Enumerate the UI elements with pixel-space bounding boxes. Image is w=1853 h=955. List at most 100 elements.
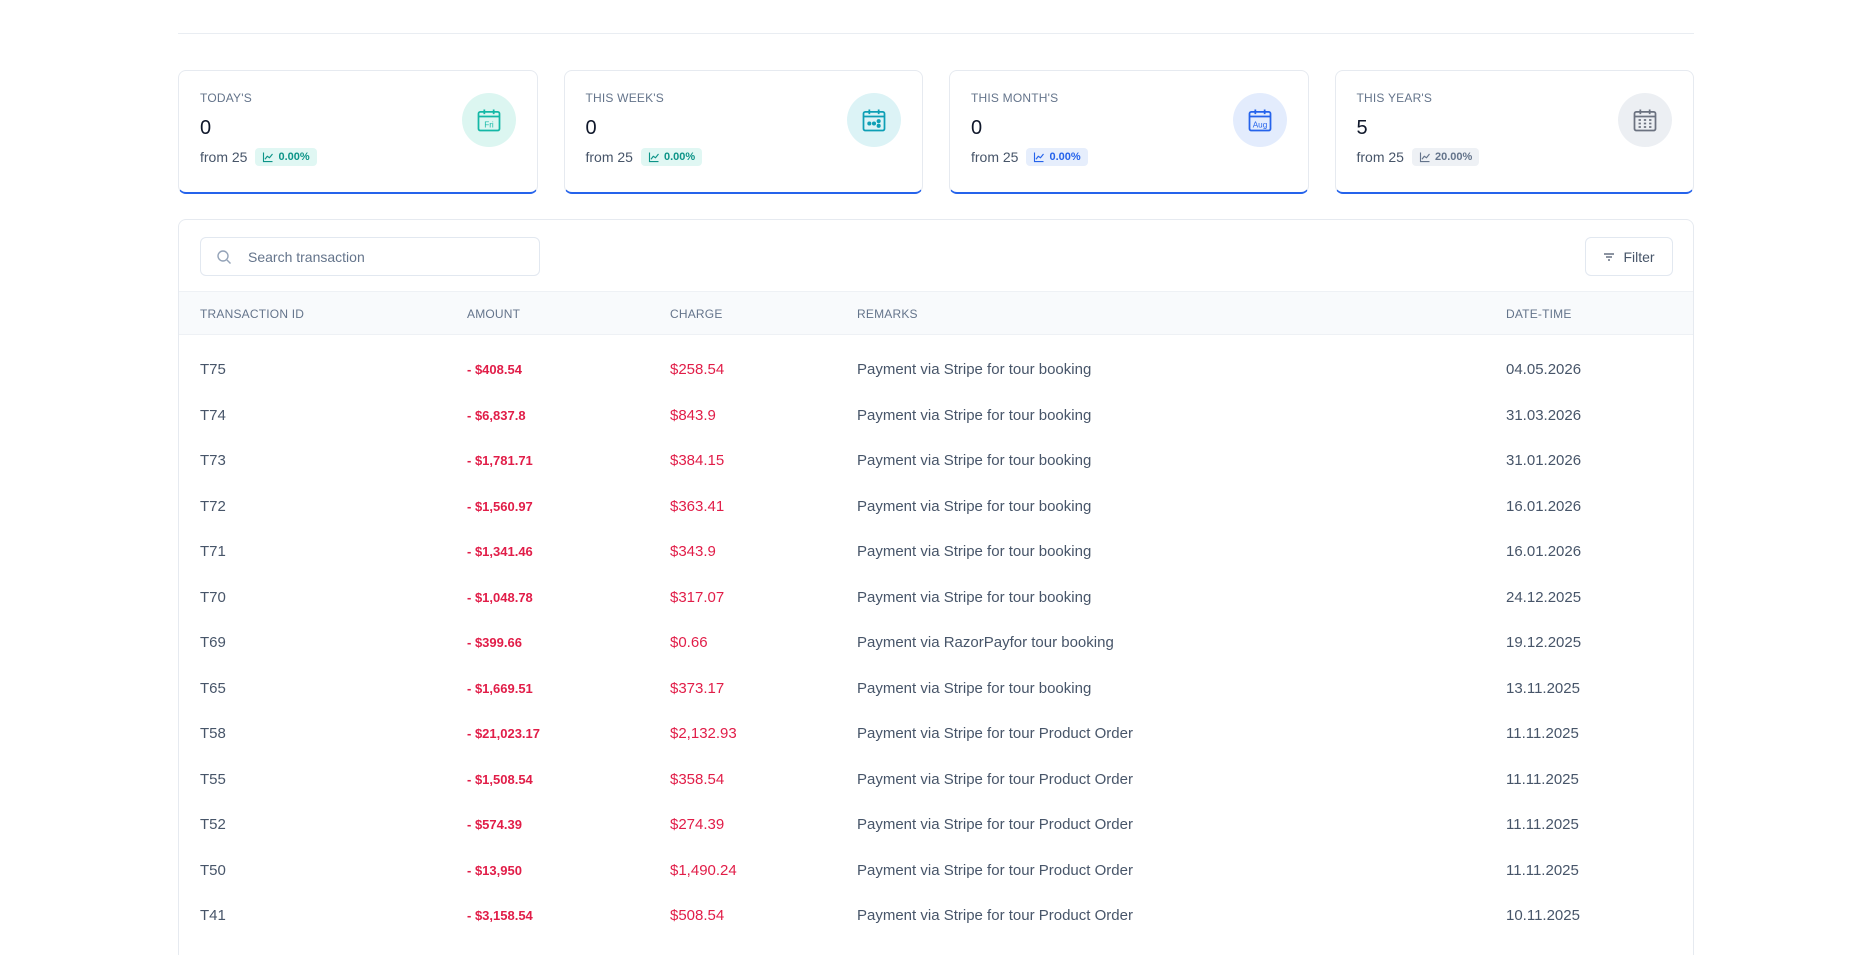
transaction-id-cell: T71 [200,543,226,560]
stat-change-badge: 0.00% [640,148,703,166]
charge-cell: $363.41 [670,497,725,515]
transactions-panel: Filter TRANSACTION ID AMOUNT CHARGE REMA… [178,219,1694,955]
transaction-id-cell: T65 [200,679,226,697]
table-row[interactable]: T74 - $6,837.8 $843.9 Payment via Stripe fo… [179,393,1693,439]
trend-up-icon [648,152,659,163]
amount-cell: - $13,950 [467,862,522,878]
table-row[interactable]: T73 - $1,781.71 $384.15 Payment via Stripe … [179,438,1693,484]
stat-card-week: THIS WEEK'S 0 from 25 0.00% [563,70,923,194]
remarks-cell: Payment via RazorPayfor tour booking [857,634,1114,651]
date-time-cell: 11.11.2025 [1506,816,1579,833]
stat-card-month: THIS MONTH'S 0 from 25 0.00% Aug [949,70,1309,194]
charge-cell: $317.07 [670,588,725,606]
transaction-id-cell: T52 [200,816,226,833]
remarks-cell: Payment via Stripe for tour Product Orde… [857,770,1133,788]
transaction-id-cell: T55 [200,770,226,788]
table-row[interactable]: T58 - $21,023.17 $2,132.93 Payment via Stri… [179,711,1693,757]
date-time-cell: 16.01.2026 [1506,497,1582,515]
table-row[interactable]: T55 - $1,508.54 $358.54 Payment via Stripe … [179,757,1693,803]
remarks-cell: Payment via Stripe for tour Product Orde… [857,907,1133,924]
transaction-id-cell: T73 [200,452,226,469]
filter-button[interactable]: Filter [1585,237,1673,276]
date-time-cell: 04.05.2026 [1506,361,1582,378]
table-row[interactable]: T72 - $1,560.97 $363.41 Payment via Stripe … [179,484,1693,530]
transaction-id-cell: T58 [200,725,226,742]
charge-cell: $843.9 [670,406,716,424]
search-icon [217,249,231,264]
trend-up-icon [263,152,274,163]
charge-cell: $258.54 [670,361,725,378]
stat-card-year: THIS YEAR'S 5 from 25 20.00% [1334,70,1694,194]
transaction-id-cell: T41 [200,907,226,924]
trend-up-icon [1419,152,1430,163]
charge-cell: $343.9 [670,543,716,560]
table-header: TRANSACTION ID AMOUNT CHARGE REMARKS DAT… [179,291,1693,335]
date-time-cell: 11.11.2025 [1506,725,1579,742]
amount-cell: - $1,781.71 [467,453,533,468]
remarks-cell: Payment via Stripe for tour booking [857,679,1092,697]
calendar-month-icon: Aug [1232,93,1287,147]
table-row[interactable]: T69 - $399.66 $0.66 Payment via RazorPayfor… [179,620,1693,666]
charge-cell: $358.54 [670,770,725,788]
remarks-cell: Payment via Stripe for tour booking [857,543,1092,560]
calendar-week-icon [847,93,901,147]
table-row[interactable]: T70 - $1,048.78 $317.07 Payment via Stripe … [179,575,1693,621]
table-row[interactable]: T52 - $574.39 $274.39 Payment via Stripe fo… [179,802,1693,848]
charge-cell: $1,490.24 [670,861,737,879]
stat-change-badge: 0.00% [255,148,317,166]
amount-cell: - $6,837.8 [467,407,526,423]
table-body: T75 - $408.54 $258.54 Payment via Stripe fo… [179,335,1693,955]
stat-change-badge: 20.00% [1411,148,1480,166]
table-row[interactable]: T71 - $1,341.46 $343.9 Payment via Stripe f… [179,529,1693,575]
charge-cell: $274.39 [670,816,725,833]
stats-cards: TODAY'S 0 from 25 0.00% Fri THIS WEEK'S … [178,70,1694,194]
table-row[interactable]: T50 - $13,950 $1,490.24 Payment via Stripe … [179,848,1693,894]
charge-cell: $2,132.93 [670,725,737,742]
amount-cell: - $1,048.78 [467,589,533,605]
date-time-cell: 24.12.2025 [1506,588,1582,606]
filter-icon [1604,252,1615,261]
stat-from: from 25 [200,149,248,165]
column-header-remarks[interactable]: REMARKS [857,307,918,321]
search-box[interactable] [200,237,540,276]
remarks-cell: Payment via Stripe for tour Product Orde… [857,816,1133,833]
search-input[interactable] [248,248,508,265]
charge-cell: $0.66 [670,634,708,651]
column-header-amount[interactable]: AMOUNT [467,307,520,321]
column-header-transaction-id[interactable]: TRANSACTION ID [200,307,304,321]
charge-cell: $373.17 [670,679,725,697]
table-row[interactable]: T41 - $3,158.54 $508.54 Payment via Stripe … [179,893,1693,939]
calendar-day-icon: Fri [461,93,516,147]
remarks-cell: Payment via Stripe for tour booking [857,497,1092,515]
stat-from: from 25 [1356,149,1404,165]
top-divider [178,33,1694,34]
date-time-cell: 16.01.2026 [1506,543,1582,560]
remarks-cell: Payment via Stripe for tour booking [857,406,1092,424]
table-row[interactable]: T75 - $408.54 $258.54 Payment via Stripe fo… [179,347,1693,393]
amount-cell: - $1,508.54 [467,771,533,787]
stat-card-today: TODAY'S 0 from 25 0.00% Fri [178,70,538,194]
remarks-cell: Payment via Stripe for tour Product Orde… [857,725,1133,742]
date-time-cell: 31.03.2026 [1506,406,1582,424]
transaction-id-cell: T72 [200,497,226,515]
amount-cell: - $21,023.17 [467,726,541,741]
column-header-date-time[interactable]: DATE-TIME [1506,307,1572,321]
transaction-id-cell: T75 [200,361,226,378]
remarks-cell: Payment via Stripe for tour booking [857,361,1092,378]
table-row[interactable]: T65 - $1,669.51 $373.17 Payment via Stripe … [179,666,1693,712]
table-row[interactable]: T35- $1,079.27$319.51Payment via Stripe … [179,939,1693,955]
transaction-id-cell: T69 [200,634,226,651]
transaction-id-cell: T50 [200,861,226,879]
date-time-cell: 13.11.2025 [1506,679,1580,697]
amount-cell: - $1,341.46 [467,544,533,559]
charge-cell: $384.15 [670,452,725,469]
svg-text:Fri: Fri [484,121,494,130]
stat-change-badge: 0.00% [1026,148,1088,166]
date-time-cell: 31.01.2026 [1506,452,1582,469]
amount-cell: - $399.66 [467,635,522,650]
column-header-charge[interactable]: CHARGE [670,307,723,321]
calendar-year-icon [1618,93,1672,147]
amount-cell: - $3,158.54 [467,908,533,923]
svg-text:Aug: Aug [1252,121,1267,130]
date-time-cell: 10.11.2025 [1506,907,1580,924]
